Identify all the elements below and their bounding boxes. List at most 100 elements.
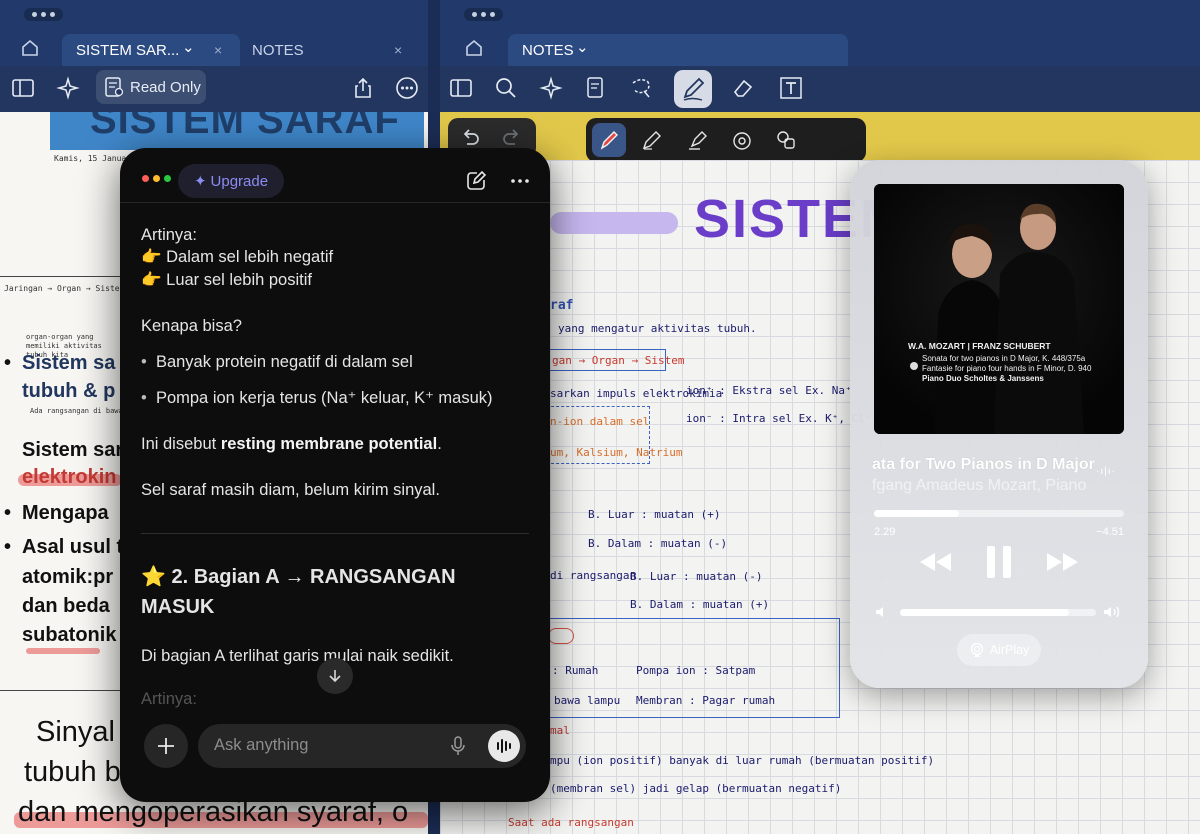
note-line: tubuh & p [22,380,116,402]
note-text: Membran : Pagar rumah [636,694,776,707]
volume-high-icon [1102,604,1124,620]
read-only-button[interactable]: Read Only [96,70,206,104]
note-text: gan → Organ → Sistem [552,354,685,367]
pointing-hand-icon: 👉 [141,271,162,289]
highlighter-icon[interactable] [686,128,710,152]
ask-input[interactable]: Ask anything [198,724,526,768]
note-text: um, Kalsium, Natrium [550,446,683,459]
note-text: mal [550,724,570,737]
right-window-dots[interactable] [464,8,503,21]
chevron-down-icon[interactable]: ⌄ [182,38,195,56]
close-tab-icon[interactable]: × [394,42,402,58]
pen-tool-button[interactable] [674,70,712,108]
share-icon[interactable] [350,75,376,101]
tab-label: NOTES [252,41,304,59]
sidebar-icon[interactable] [448,75,474,101]
pointing-hand-icon: 👉 [141,248,162,266]
eraser-icon[interactable] [730,75,756,101]
lasso-icon[interactable] [628,75,654,101]
playback-scrubber[interactable] [874,510,1124,517]
chat-window-dots[interactable] [142,175,171,182]
elapsed-time: 2.29 [874,526,896,538]
message-line: Di bagian A terlihat garis mulai naik se… [141,647,454,665]
divider [120,202,550,203]
airplay-button[interactable]: AirPlay [957,634,1041,666]
shape-icon[interactable] [730,128,754,152]
bullet-dot: • [4,502,12,524]
tab-sistem-saraf[interactable]: SISTEM SAR... ⌄ × [62,34,240,66]
note-text: Pompa ion : Satpam [636,664,756,677]
more-options-icon[interactable] [508,169,532,193]
sparkle-icon[interactable] [538,75,564,101]
divider [0,276,120,277]
note-line: dan beda [22,595,110,617]
previous-track-icon[interactable] [916,544,954,580]
chevron-down-icon[interactable]: ⌄ [576,38,589,56]
message-line: Sel saraf masih diam, belum kirim sinyal… [141,481,440,499]
read-only-label: Read Only [130,78,201,96]
airplay-icon [970,642,983,657]
next-track-icon[interactable] [1044,544,1082,580]
note-line: atomik:pr [22,566,114,588]
scroll-down-button[interactable] [317,658,353,694]
note-text: Saat ada rangsangan [508,816,634,829]
ballpoint-pen-icon[interactable] [640,128,664,152]
document-icon[interactable] [583,75,609,101]
note-line: Sistem sar [22,439,124,461]
ask-placeholder: Ask anything [214,736,309,754]
note-oval [548,628,574,644]
tab-label: SISTEM SAR... [76,41,180,59]
divider [141,533,529,534]
home-icon[interactable] [20,38,40,58]
pen-icon [683,77,705,101]
note-text: di rangsangan [550,569,637,582]
close-tab-icon[interactable]: × [214,42,222,58]
fountain-pen-icon [600,131,618,150]
album-art: W.A. MOZART | FRANZ SCHUBERT Sonata for … [874,184,1124,434]
bullet-dot: • [4,536,12,558]
note-text: B. Dalam : muatan (+) [630,598,770,611]
home-icon[interactable] [464,38,484,58]
more-options-icon[interactable] [394,75,420,101]
element-icon[interactable] [774,128,798,152]
message-line: Kenapa bisa? [141,317,242,335]
pen-type-strip [586,118,866,162]
album-cover-text: W.A. MOZART | FRANZ SCHUBERT Sonata for … [908,341,1092,383]
fountain-pen-button[interactable] [592,123,626,157]
note-text: bawa lampu [554,694,621,707]
bullet-dot: • [4,352,12,374]
redo-icon[interactable] [500,126,524,150]
volume-fill [900,609,1069,616]
message-line: 👉 Dalam sel lebih negatif [141,248,334,266]
tab-notes[interactable]: NOTES × [252,34,412,66]
note-text: n-ion dalam sel [550,415,650,428]
sidebar-icon[interactable] [10,75,36,101]
playback-progress-fill [874,510,959,517]
tab-notes[interactable]: NOTES ⌄ [508,34,848,66]
song-artist[interactable]: fgang Amadeus Mozart, Piano [872,477,1092,495]
note-line: Asal usul t [22,536,124,558]
new-chat-icon[interactable] [464,169,488,193]
note-text: raf [550,298,574,313]
upgrade-button[interactable]: ✦ Upgrade [178,164,284,198]
sparkle-icon[interactable] [55,75,81,101]
attach-button[interactable] [144,724,188,768]
note-text: : Rumah [552,664,599,677]
voice-mode-button[interactable] [488,730,520,762]
pause-icon[interactable] [982,544,1016,580]
note-line: subatonik [22,624,117,646]
note-line: Mengapa [22,502,109,524]
sparkle-icon: ✦ [193,173,207,190]
list-item: • Banyak protein negatif di dalam sel [141,353,413,371]
message-line: Artinya: [141,226,197,244]
left-window-dots[interactable] [24,8,63,21]
text-box-icon[interactable] [778,75,804,101]
note-line: Sistem sa [22,352,116,374]
waveform-icon [497,739,511,753]
undo-icon[interactable] [458,126,482,150]
highlight [26,648,100,654]
search-icon[interactable] [493,75,519,101]
microphone-icon[interactable] [448,735,468,757]
volume-slider[interactable] [900,609,1096,616]
note-text: ion⁻ : Intra sel Ex. K⁺, Cl⁻ [686,412,872,425]
